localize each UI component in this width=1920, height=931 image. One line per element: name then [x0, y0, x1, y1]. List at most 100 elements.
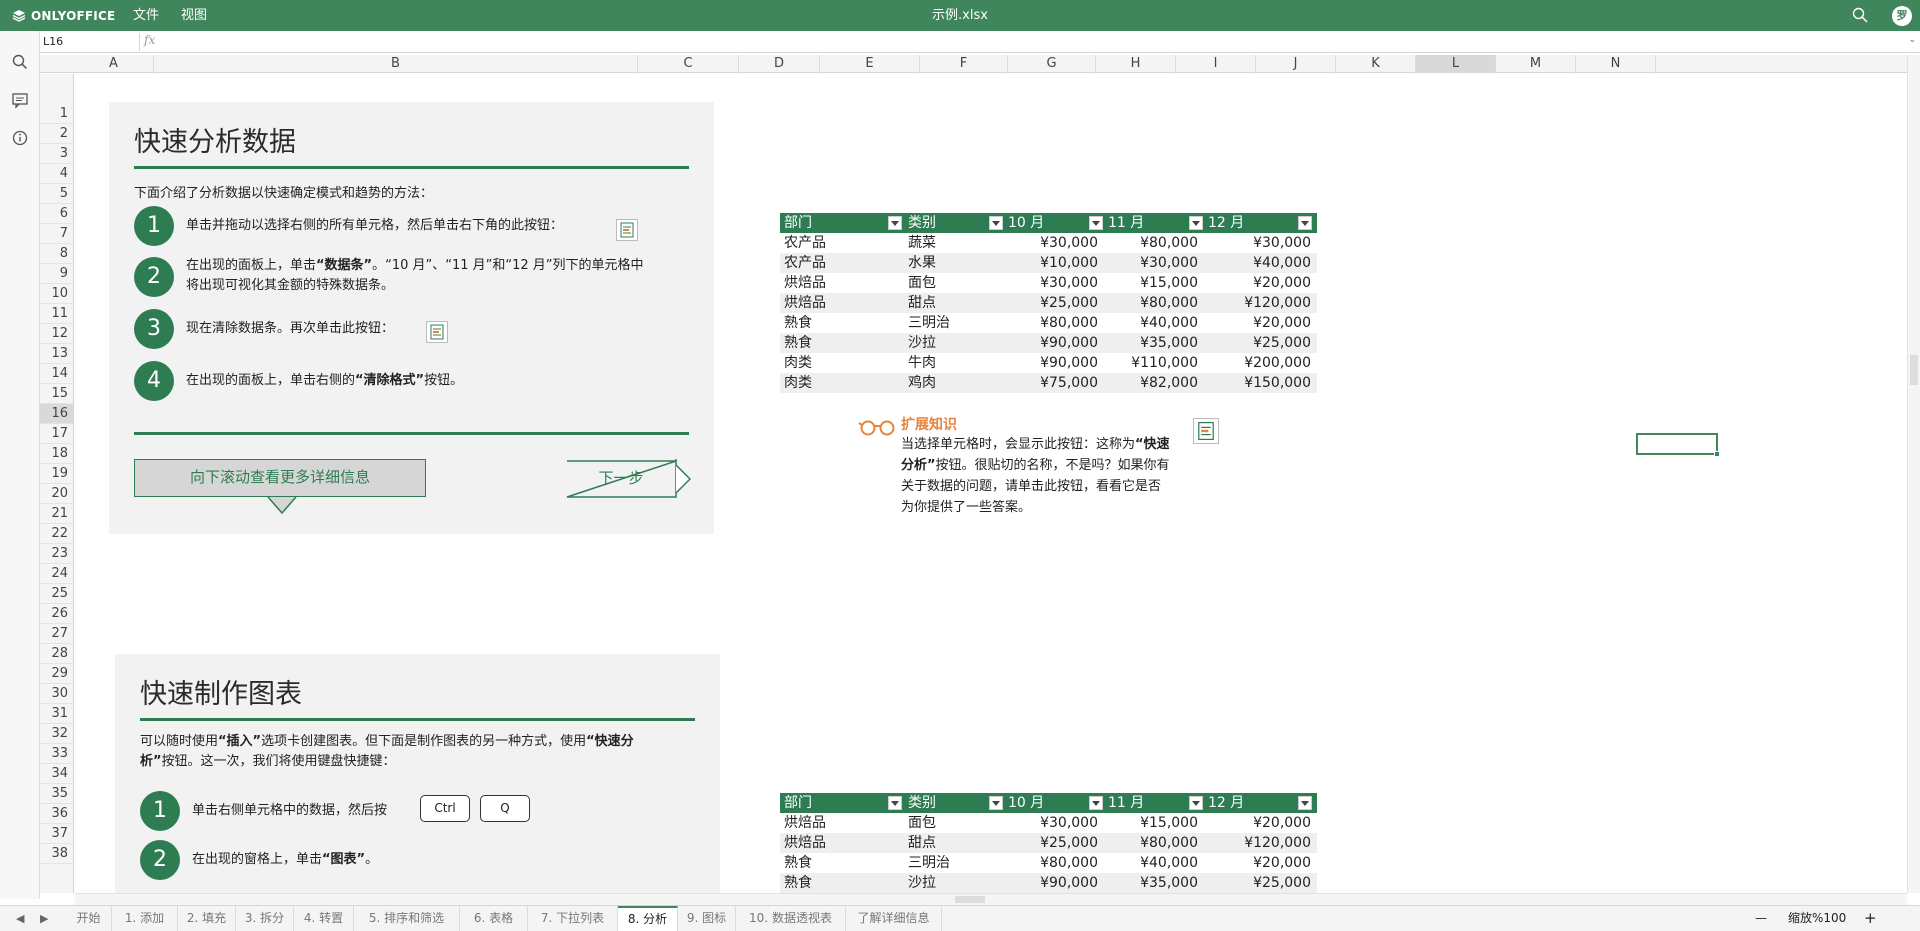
filter-dropdown-icon[interactable] — [989, 796, 1003, 810]
sheet-tab[interactable]: 4. 转置 — [294, 906, 354, 931]
table-cell[interactable]: 烘焙品 — [780, 293, 904, 313]
sheet-tab[interactable]: 9. 图标 — [678, 906, 736, 931]
sheet-tab[interactable]: 3. 拆分 — [236, 906, 294, 931]
table-cell[interactable]: 肉类 — [780, 353, 904, 373]
row-header[interactable]: 26 — [40, 604, 73, 624]
table-cell[interactable]: 熟食 — [780, 313, 904, 333]
sheet-tab[interactable]: 5. 排序和筛选 — [354, 906, 460, 931]
table-cell[interactable]: 烘焙品 — [780, 833, 904, 853]
table-cell[interactable]: ¥20,000 — [1204, 313, 1317, 333]
row-header[interactable]: 24 — [40, 564, 73, 584]
table-row[interactable]: 烘焙品 甜点 ¥25,000 ¥80,000 ¥120,000 — [780, 293, 1317, 313]
row-header[interactable]: 18 — [40, 444, 73, 464]
filter-dropdown-icon[interactable] — [1189, 796, 1203, 810]
table-row[interactable]: 熟食 三明治 ¥80,000 ¥40,000 ¥20,000 — [780, 853, 1317, 873]
row-header[interactable]: 28 — [40, 644, 73, 664]
row-header[interactable]: 14 — [40, 364, 73, 384]
sheet-tab[interactable]: 6. 表格 — [460, 906, 528, 931]
table-cell[interactable]: 熟食 — [780, 873, 904, 893]
fill-handle[interactable] — [1714, 451, 1720, 457]
row-header[interactable]: 31 — [40, 704, 73, 724]
row-header[interactable]: 20 — [40, 484, 73, 504]
row-header[interactable]: 17 — [40, 424, 73, 444]
table-cell[interactable]: ¥90,000 — [1004, 353, 1104, 373]
table-cell[interactable]: 三明治 — [904, 853, 1004, 873]
sheet-tab-active[interactable]: 8. 分析 — [618, 906, 678, 931]
column-header[interactable]: A — [74, 55, 154, 73]
sheet-grid[interactable]: 快速分析数据 下面介绍了分析数据以快速确定模式和趋势的方法： 1 单击并拖动以选… — [75, 74, 1907, 893]
table-row[interactable]: 农产品 蔬菜 ¥30,000 ¥80,000 ¥30,000 — [780, 233, 1317, 253]
table-row[interactable]: 熟食 沙拉 ¥90,000 ¥35,000 ¥25,000 — [780, 333, 1317, 353]
app-logo[interactable]: ONLYOFFICE — [12, 0, 115, 31]
table-row[interactable]: 烘焙品 面包 ¥30,000 ¥15,000 ¥20,000 — [780, 273, 1317, 293]
column-header[interactable]: H — [1096, 55, 1176, 73]
filter-dropdown-icon[interactable] — [1298, 216, 1312, 230]
table-row[interactable]: 肉类 鸡肉 ¥75,000 ¥82,000 ¥150,000 — [780, 373, 1317, 393]
table-cell[interactable]: 烘焙品 — [780, 813, 904, 833]
user-avatar[interactable]: 罗 — [1892, 6, 1912, 26]
row-header[interactable]: 34 — [40, 764, 73, 784]
row-header[interactable]: 29 — [40, 664, 73, 684]
column-header[interactable]: C — [638, 55, 739, 73]
table-cell[interactable]: ¥30,000 — [1104, 253, 1204, 273]
tab-scroll-right-icon[interactable]: ▶ — [40, 906, 48, 931]
column-header[interactable]: B — [154, 55, 638, 73]
menu-view[interactable]: 视图 — [181, 0, 207, 31]
table-cell[interactable]: 肉类 — [780, 373, 904, 393]
table-cell[interactable]: 甜点 — [904, 833, 1004, 853]
search-icon[interactable] — [1852, 7, 1868, 23]
table-cell[interactable]: ¥120,000 — [1204, 833, 1317, 853]
table-row[interactable]: 熟食 沙拉 ¥90,000 ¥35,000 ¥25,000 — [780, 873, 1317, 893]
column-header[interactable]: F — [920, 55, 1008, 73]
quick-analysis-icon[interactable] — [616, 219, 638, 241]
table-cell[interactable]: 面包 — [904, 273, 1004, 293]
menu-file[interactable]: 文件 — [133, 0, 159, 31]
filter-dropdown-icon[interactable] — [888, 216, 902, 230]
column-header[interactable]: K — [1336, 55, 1416, 73]
table-cell[interactable]: ¥40,000 — [1104, 853, 1204, 873]
table-cell[interactable]: ¥35,000 — [1104, 873, 1204, 893]
row-header[interactable]: 11 — [40, 304, 73, 324]
table-cell[interactable]: ¥25,000 — [1204, 873, 1317, 893]
sheet-tab[interactable]: 2. 填充 — [178, 906, 236, 931]
table-cell[interactable]: ¥40,000 — [1204, 253, 1317, 273]
row-header[interactable]: 36 — [40, 804, 73, 824]
zoom-out-button[interactable]: — — [1755, 906, 1767, 931]
data-table-1[interactable]: 部门 类别 10 月 11 月 12 月 农产品 蔬菜 ¥30,000 ¥80,000… — [780, 213, 1317, 393]
table-cell[interactable]: ¥15,000 — [1104, 813, 1204, 833]
table-cell[interactable]: ¥20,000 — [1204, 273, 1317, 293]
table-row[interactable]: 烘焙品 面包 ¥30,000 ¥15,000 ¥20,000 — [780, 813, 1317, 833]
table-cell[interactable]: 熟食 — [780, 853, 904, 873]
table-row[interactable]: 烘焙品 甜点 ¥25,000 ¥80,000 ¥120,000 — [780, 833, 1317, 853]
table-cell[interactable]: 甜点 — [904, 293, 1004, 313]
row-header[interactable]: 3 — [40, 144, 73, 164]
table-cell[interactable]: ¥15,000 — [1104, 273, 1204, 293]
column-header[interactable]: D — [739, 55, 820, 73]
row-header-selected[interactable]: 16 — [40, 404, 73, 424]
filter-dropdown-icon[interactable] — [989, 216, 1003, 230]
row-header[interactable]: 6 — [40, 204, 73, 224]
row-header[interactable]: 25 — [40, 584, 73, 604]
table-cell[interactable]: ¥20,000 — [1204, 853, 1317, 873]
row-header[interactable]: 27 — [40, 624, 73, 644]
table-cell[interactable]: ¥30,000 — [1004, 273, 1104, 293]
table-cell[interactable]: ¥40,000 — [1104, 313, 1204, 333]
sheet-tab[interactable]: 了解详细信息 — [846, 906, 942, 931]
filter-dropdown-icon[interactable] — [888, 796, 902, 810]
table-cell[interactable]: ¥35,000 — [1104, 333, 1204, 353]
filter-dropdown-icon[interactable] — [1298, 796, 1312, 810]
table-cell[interactable]: 三明治 — [904, 313, 1004, 333]
table-cell[interactable]: ¥82,000 — [1104, 373, 1204, 393]
filter-dropdown-icon[interactable] — [1089, 796, 1103, 810]
table-cell[interactable]: ¥30,000 — [1004, 813, 1104, 833]
comments-icon[interactable] — [11, 91, 29, 109]
row-header[interactable]: 22 — [40, 524, 73, 544]
table-cell[interactable]: 水果 — [904, 253, 1004, 273]
table-cell[interactable]: ¥200,000 — [1204, 353, 1317, 373]
column-header-selected[interactable]: L — [1416, 55, 1496, 73]
filter-dropdown-icon[interactable] — [1189, 216, 1203, 230]
next-step-button[interactable]: 下一步 — [566, 459, 691, 498]
sheet-tab[interactable]: 7. 下拉列表 — [528, 906, 618, 931]
row-header[interactable]: 15 — [40, 384, 73, 404]
row-header[interactable]: 37 — [40, 824, 73, 844]
